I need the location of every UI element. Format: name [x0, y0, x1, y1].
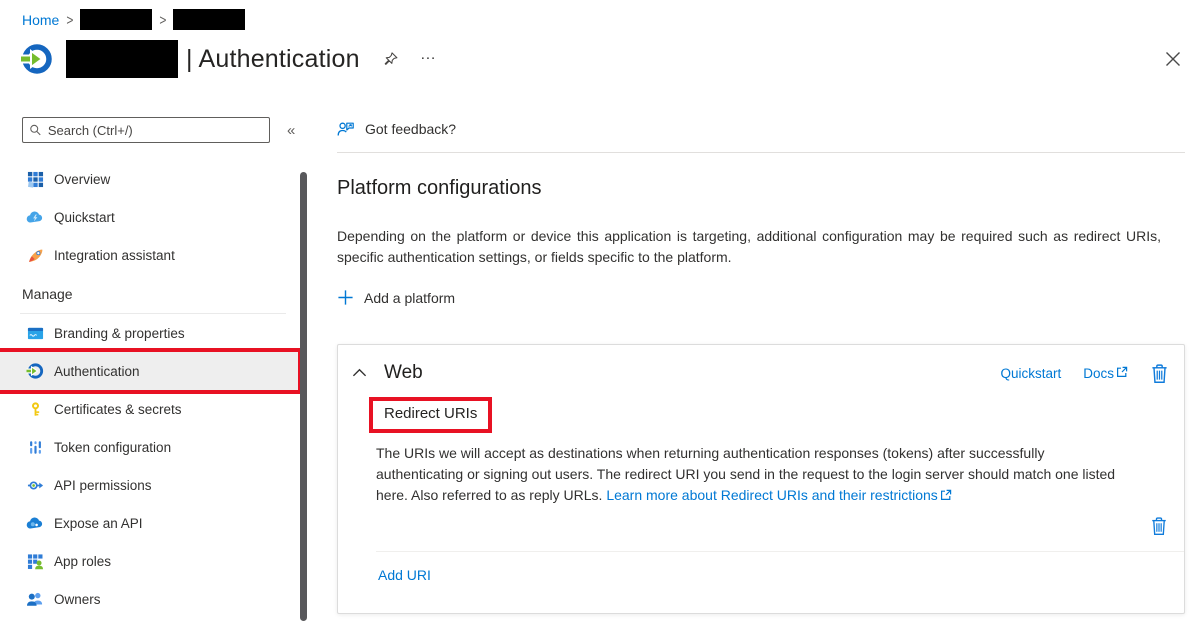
title-bar: | Authentication ... [20, 40, 436, 78]
breadcrumb-separator: > [159, 11, 166, 29]
feedback-person-icon [337, 121, 355, 137]
search-icon [29, 123, 42, 137]
cloud-icon [26, 514, 44, 532]
sidebar-item-label: API permissions [54, 478, 152, 493]
search-input[interactable] [48, 123, 263, 138]
feedback-label: Got feedback? [365, 121, 456, 137]
sidebar-item-label: Certificates & secrets [54, 402, 182, 417]
uri-row-divider [376, 551, 1184, 552]
feedback-button[interactable]: Got feedback? [337, 121, 456, 137]
sidebar-item-expose-an-api[interactable]: Expose an API [0, 504, 298, 542]
redirect-uri-row [338, 507, 1184, 551]
sidebar-item-label: Expose an API [54, 516, 143, 531]
redacted-breadcrumb-item[interactable] [173, 9, 245, 30]
app-registration-icon [20, 42, 54, 76]
breadcrumb: Home > > [22, 9, 245, 30]
quickstart-link[interactable]: Quickstart [1000, 366, 1061, 381]
platform-configurations-heading: Platform configurations [337, 177, 1185, 200]
redacted-breadcrumb-item[interactable] [80, 9, 152, 30]
sidebar-item-label: Branding & properties [54, 326, 185, 341]
sliders-icon [26, 438, 44, 456]
redacted-app-name [66, 40, 178, 78]
close-icon[interactable] [1165, 51, 1181, 72]
sidebar-item-label: Quickstart [54, 210, 115, 225]
command-bar-divider [337, 152, 1185, 153]
people-icon [26, 590, 44, 608]
sidebar-item-app-roles[interactable]: App roles [0, 542, 298, 580]
sidebar-item-label: Token configuration [54, 440, 171, 455]
pin-icon[interactable] [382, 51, 399, 68]
more-options-button[interactable]: ... [421, 50, 437, 68]
delete-platform-icon[interactable] [1150, 363, 1169, 384]
grid-icon [26, 170, 44, 188]
sidebar-item-integration-assistant[interactable]: Integration assistant [0, 236, 298, 274]
platform-configurations-description: Depending on the platform or device this… [337, 226, 1161, 267]
api-circuit-icon [26, 476, 44, 494]
sidebar: « Overview [0, 105, 312, 621]
redirect-uris-title: Redirect URIs [384, 405, 477, 422]
collapse-sidebar-button[interactable]: « [287, 122, 295, 139]
sidebar-item-quickstart[interactable]: Quickstart [0, 198, 298, 236]
browser-icon [26, 324, 44, 342]
web-card-title: Web [384, 362, 423, 384]
sidebar-item-label: Owners [54, 592, 101, 607]
docs-link[interactable]: Docs [1083, 366, 1128, 381]
add-uri-link[interactable]: Add URI [378, 567, 431, 583]
auth-arrow-icon [26, 362, 44, 380]
sidebar-section-manage: Manage [0, 274, 298, 313]
plus-icon [337, 289, 354, 306]
sidebar-nav: Overview Quickstart [0, 160, 298, 618]
sidebar-item-overview[interactable]: Overview [0, 160, 298, 198]
cloud-bolt-icon [26, 208, 44, 226]
web-card-header: Web Quickstart Docs [338, 345, 1184, 384]
rocket-icon [26, 246, 44, 264]
sidebar-item-branding-properties[interactable]: Branding & properties [0, 314, 298, 352]
breadcrumb-separator: > [66, 11, 73, 29]
external-link-icon [940, 486, 952, 507]
web-platform-card: Web Quickstart Docs [337, 344, 1185, 614]
main-content: Got feedback? Platform configurations De… [337, 105, 1185, 614]
sidebar-item-token-configuration[interactable]: Token configuration [0, 428, 298, 466]
key-icon [26, 400, 44, 418]
learn-more-link[interactable]: Learn more about Redirect URIs and their… [606, 487, 937, 503]
sidebar-item-label: Integration assistant [54, 248, 175, 263]
sidebar-item-label: Overview [54, 172, 110, 187]
breadcrumb-home-link[interactable]: Home [22, 12, 59, 28]
add-platform-button[interactable]: Add a platform [337, 289, 455, 306]
sidebar-item-certificates-secrets[interactable]: Certificates & secrets [0, 390, 298, 428]
redirect-uris-highlight-box: Redirect URIs [369, 397, 492, 433]
sidebar-item-owners[interactable]: Owners [0, 580, 298, 618]
add-platform-label: Add a platform [364, 290, 455, 306]
redirect-uris-description: The URIs we will accept as destinations … [376, 443, 1116, 507]
sidebar-search-row: « [22, 117, 308, 143]
search-box[interactable] [22, 117, 270, 143]
grid-person-icon [26, 552, 44, 570]
azure-app-authentication-page: Home > > | Authentication ... [0, 0, 1200, 621]
sidebar-item-api-permissions[interactable]: API permissions [0, 466, 298, 504]
sidebar-item-label: Authentication [54, 364, 140, 379]
sidebar-item-authentication[interactable]: Authentication [0, 352, 298, 390]
collapse-chevron-icon[interactable] [352, 368, 367, 378]
docs-link-label: Docs [1083, 366, 1114, 381]
command-bar: Got feedback? [337, 105, 1185, 152]
external-link-icon [1116, 366, 1128, 381]
page-title: | Authentication [186, 45, 360, 74]
delete-uri-icon[interactable] [1150, 516, 1168, 536]
sidebar-scrollbar[interactable] [300, 172, 307, 621]
sidebar-item-label: App roles [54, 554, 111, 569]
